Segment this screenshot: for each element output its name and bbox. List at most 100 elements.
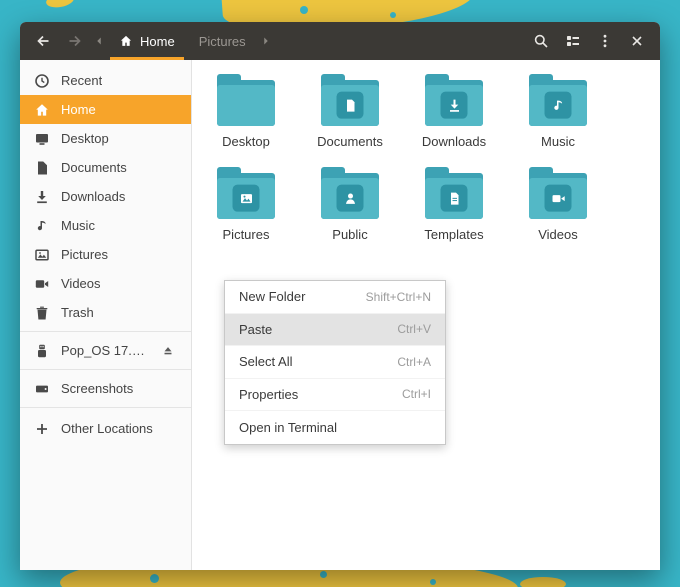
folder-icon xyxy=(321,74,379,126)
forward-arrow-icon xyxy=(69,35,81,47)
folder-tile-downloads[interactable]: Downloads xyxy=(406,74,502,149)
document-icon xyxy=(34,160,50,176)
kebab-menu-icon xyxy=(603,34,607,48)
folder-label: Templates xyxy=(424,227,484,242)
sidebar-item-recent[interactable]: Recent xyxy=(20,66,191,95)
menu-item-label: Select All xyxy=(239,354,293,370)
sidebar-item-music[interactable]: Music xyxy=(20,211,191,240)
document-emblem-icon xyxy=(346,99,354,112)
sidebar-separator xyxy=(20,407,191,408)
sidebar-item-label: Music xyxy=(61,218,95,233)
breadcrumb-left-chevron-icon[interactable] xyxy=(92,22,106,60)
sidebar-item-desktop[interactable]: Desktop xyxy=(20,124,191,153)
folder-tile-documents[interactable]: Documents xyxy=(302,74,398,149)
search-button[interactable] xyxy=(526,22,556,60)
folder-tile-templates[interactable]: Templates xyxy=(406,167,502,242)
back-arrow-icon xyxy=(37,35,49,47)
titlebar-spacer xyxy=(275,22,524,60)
wallpaper-dot xyxy=(390,12,396,18)
person-emblem-icon xyxy=(345,193,355,204)
folder-tile-public[interactable]: Public xyxy=(302,167,398,242)
clock-icon xyxy=(34,73,50,89)
folder-icon xyxy=(321,167,379,219)
wallpaper-dot xyxy=(430,579,436,585)
close-button[interactable] xyxy=(622,22,652,60)
folder-icon xyxy=(217,167,275,219)
menu-item-label: Properties xyxy=(239,386,299,402)
sidebar-item-label: Downloads xyxy=(61,189,126,204)
forward-button xyxy=(60,22,90,60)
breadcrumb-home[interactable]: Home xyxy=(108,22,186,60)
sidebar-item-pictures[interactable]: Pictures xyxy=(20,240,191,269)
eject-button[interactable] xyxy=(159,342,177,360)
breadcrumb-pictures-label: Pictures xyxy=(198,33,246,49)
folder-label: Pictures xyxy=(222,227,270,242)
menu-item-new-folder[interactable]: New Folder Shift+Ctrl+N xyxy=(225,281,445,314)
sidebar-item-videos[interactable]: Videos xyxy=(20,269,191,298)
folder-tile-pictures[interactable]: Pictures xyxy=(198,167,294,242)
breadcrumb-right-chevron-icon[interactable] xyxy=(259,22,273,60)
sidebar-item-label: Other Locations xyxy=(61,421,153,436)
view-list-icon xyxy=(567,36,579,46)
view-options-button[interactable] xyxy=(558,22,588,60)
menu-item-properties[interactable]: Properties Ctrl+I xyxy=(225,379,445,411)
sidebar-item-pop-os-drive[interactable]: Pop_OS 17.10 a… xyxy=(20,336,191,365)
menu-item-select-all[interactable]: Select All Ctrl+A xyxy=(225,346,445,379)
music-note-icon xyxy=(34,218,50,234)
sidebar-item-label: Documents xyxy=(61,160,127,175)
folder-tile-desktop[interactable]: Desktop xyxy=(198,74,294,149)
home-icon xyxy=(34,102,50,118)
sidebar-item-label: Pop_OS 17.10 a… xyxy=(61,343,148,358)
sidebar-separator xyxy=(20,331,191,332)
wallpaper-dot xyxy=(320,571,327,578)
menu-button[interactable] xyxy=(590,22,620,60)
breadcrumb-pictures[interactable]: Pictures xyxy=(188,22,257,60)
folder-icon xyxy=(529,74,587,126)
photo-icon xyxy=(34,247,50,263)
photo-emblem-icon xyxy=(240,193,252,203)
sidebar-item-label: Videos xyxy=(61,276,101,291)
titlebar[interactable]: Home Pictures xyxy=(20,22,660,60)
folder-label: Music xyxy=(541,134,575,149)
file-view[interactable]: Desktop Documents Downloads Music Pictur… xyxy=(192,60,660,570)
plus-icon xyxy=(34,421,50,437)
usb-drive-icon xyxy=(34,343,50,359)
menu-item-paste[interactable]: Paste Ctrl+V xyxy=(225,313,445,346)
sidebar-item-other-locations[interactable]: Other Locations xyxy=(20,414,191,443)
menu-item-label: Paste xyxy=(239,321,273,337)
sidebar-item-trash[interactable]: Trash xyxy=(20,298,191,327)
file-manager-window: Home Pictures Recent Home Desktop Docume… xyxy=(20,22,660,570)
sidebar-item-label: Trash xyxy=(61,305,94,320)
sidebar-item-label: Pictures xyxy=(61,247,108,262)
wallpaper-splatter xyxy=(45,0,75,10)
music-emblem-icon xyxy=(553,100,562,110)
sidebar: Recent Home Desktop Documents Downloads xyxy=(20,60,192,570)
folder-label: Public xyxy=(332,227,368,242)
menu-item-label: New Folder xyxy=(239,289,306,305)
sidebar-item-home[interactable]: Home xyxy=(20,95,191,124)
folder-tile-videos[interactable]: Videos xyxy=(510,167,606,242)
eject-icon xyxy=(164,346,172,354)
sidebar-item-label: Recent xyxy=(61,73,103,88)
folder-tile-music[interactable]: Music xyxy=(510,74,606,149)
sidebar-item-label: Home xyxy=(61,102,96,117)
folder-icon xyxy=(425,74,483,126)
camcorder-icon xyxy=(34,276,50,292)
hard-drive-icon xyxy=(34,381,50,397)
context-menu: New Folder Shift+Ctrl+N Paste Ctrl+V Sel… xyxy=(224,280,446,445)
sidebar-item-downloads[interactable]: Downloads xyxy=(20,182,191,211)
wallpaper-dot xyxy=(300,6,308,14)
menu-item-shortcut: Ctrl+I xyxy=(401,387,431,402)
folder-icon xyxy=(425,167,483,219)
wallpaper-dot xyxy=(150,574,159,583)
sidebar-item-screenshots[interactable]: Screenshots xyxy=(20,374,191,403)
breadcrumb-home-label: Home xyxy=(140,33,175,49)
folder-icon xyxy=(529,167,587,219)
menu-item-open-in-terminal[interactable]: Open in Terminal xyxy=(225,411,445,444)
folder-label: Desktop xyxy=(222,134,270,149)
folder-icon xyxy=(217,74,275,126)
sidebar-item-documents[interactable]: Documents xyxy=(20,153,191,182)
wallpaper-splatter xyxy=(520,577,566,587)
home-icon xyxy=(120,35,132,46)
back-button[interactable] xyxy=(28,22,58,60)
